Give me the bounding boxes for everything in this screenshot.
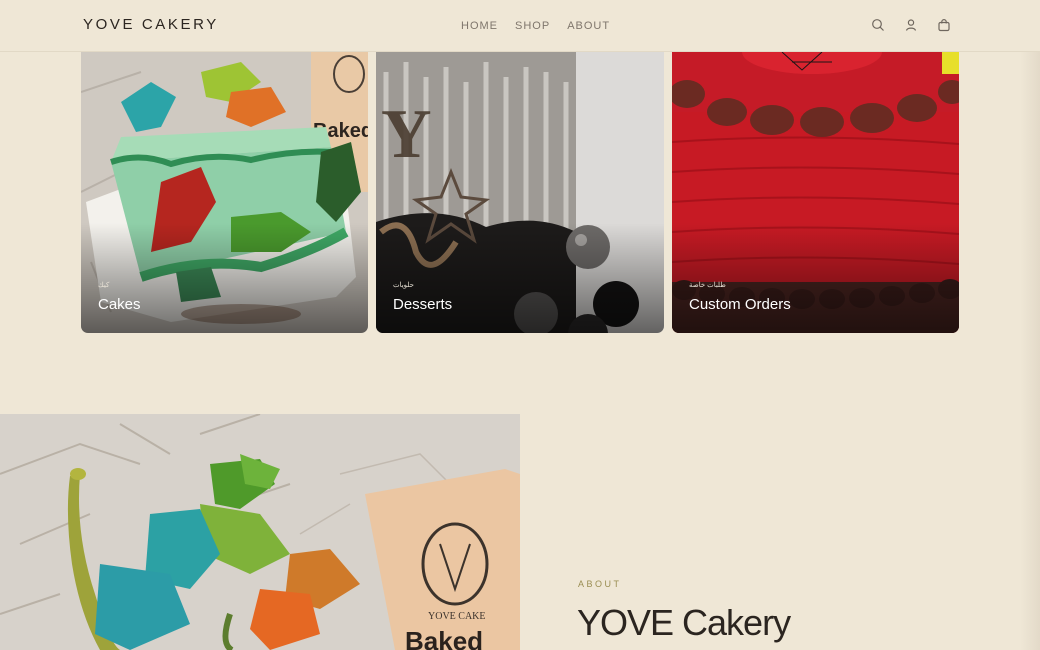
card-overlay xyxy=(81,223,368,333)
category-label-ar: حلويات xyxy=(393,282,414,289)
svg-text:Y: Y xyxy=(381,96,432,173)
about-title: YOVE Cakery xyxy=(577,602,791,643)
category-card-custom-orders[interactable]: طلبات خاصة Custom Orders xyxy=(672,52,959,333)
nav-about[interactable]: ABOUT xyxy=(567,20,610,32)
page-edge-shadow xyxy=(1020,52,1040,650)
category-card-desserts[interactable]: Y حلويات Desserts xyxy=(376,52,664,333)
category-label-ar: كيك xyxy=(98,282,110,289)
card-overlay xyxy=(376,223,664,333)
category-label-ar: طلبات خاصة xyxy=(689,282,726,289)
category-cards: Baked كيك Cakes Y حلويات Desserts طلبات … xyxy=(81,52,959,333)
category-title: Desserts xyxy=(393,296,453,313)
card-overlay xyxy=(672,223,959,333)
category-title: Cakes xyxy=(98,296,141,313)
about-image: YOVE CAKE Baked xyxy=(0,414,520,650)
header-icons xyxy=(871,18,951,32)
main-nav: HOME SHOP ABOUT xyxy=(461,20,610,32)
about-image-brand: YOVE CAKE xyxy=(428,611,486,622)
site-header: YOVE CAKERY HOME SHOP ABOUT xyxy=(0,0,1040,52)
user-icon[interactable] xyxy=(904,18,918,32)
search-icon[interactable] xyxy=(871,18,885,32)
category-card-cakes[interactable]: Baked كيك Cakes xyxy=(81,52,368,333)
cart-icon[interactable] xyxy=(937,18,951,32)
nav-shop[interactable]: SHOP xyxy=(515,20,550,32)
nav-home[interactable]: HOME xyxy=(461,20,498,32)
about-image-sign: Baked xyxy=(405,626,483,650)
site-logo[interactable]: YOVE CAKERY xyxy=(83,16,219,33)
about-eyebrow: ABOUT xyxy=(578,579,622,589)
category-title: Custom Orders xyxy=(689,296,791,313)
